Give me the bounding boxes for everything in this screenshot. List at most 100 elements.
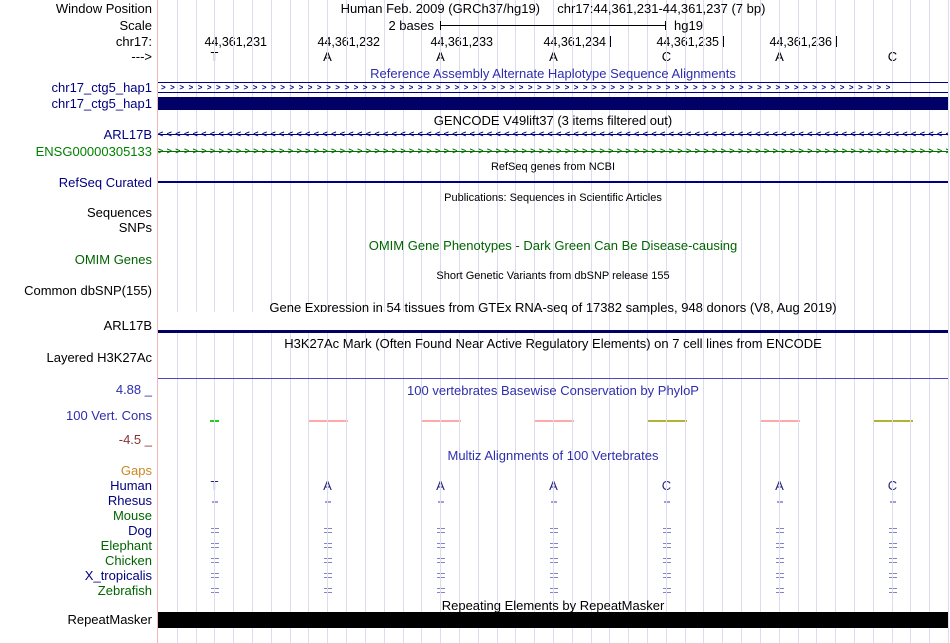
multiz-double-gap-mark [437,588,445,593]
ref-assembly-title: Reference Assembly Alternate Haplotype S… [370,66,736,81]
assembly-title: Human Feb. 2009 (GRCh37/hg19) [340,1,541,16]
gtex-gene-label[interactable]: ARL17B [0,319,152,332]
refseq-curated-label[interactable]: RefSeq Curated [0,176,152,189]
multiz-double-gap-mark [211,543,219,548]
coordinate-tick [836,36,837,47]
coordinate-label: 44,361,231 [204,35,267,49]
multiz-species-label[interactable]: Elephant [0,539,152,552]
window-position-label: Window Position [55,1,152,16]
phylop-score-mark [760,420,800,422]
repeatmasker-label[interactable]: RepeatMasker [0,613,152,626]
multiz-species-label[interactable]: Zebrafish [0,584,152,597]
genome-browser-image: Zebrafish X_tropicalis Chicken Elephant Dog M… [0,0,950,643]
multiz-species-label[interactable]: Gaps [0,464,152,477]
multiz-gap-dash [777,501,783,503]
multiz-double-gap-mark [550,558,558,563]
multiz-double-gap-mark [437,573,445,578]
multiz-double-gap-mark [324,528,332,533]
position-range: chr17:44,361,231-44,361,237 (7 bp) [557,1,766,16]
snps-label[interactable]: SNPs [0,221,152,234]
coordinate-label: 44,361,233 [430,35,493,49]
conservation-max-label: 4.88 _ [115,382,152,397]
coordinate-label: 44,361,232 [317,35,380,49]
gtex-baseline [158,330,948,333]
multiz-gap-dash [890,501,896,503]
conservation-min-label: -4.5 _ [118,432,152,447]
multiz-double-gap-mark [889,573,897,578]
refseq-curated-track[interactable] [158,181,948,183]
gene-track-arl17b[interactable]: <<<<<<<<<<<<<<<<<<<<<<<<<<<<<<<<<<<<<<<<… [158,128,948,141]
plus-strand-chevrons: >>>>>>>>>>>>>>>>>>>>>>>>>>>>>>>>>>>>>>>>… [158,146,948,156]
multiz-double-gap-mark [889,528,897,533]
multiz-double-gap-mark [211,558,219,563]
phylop-score-mark [308,420,348,422]
gencode-title: GENCODE V49lift37 (3 items filtered out) [433,113,673,128]
repeatmasker-track[interactable] [158,612,948,628]
multiz-double-gap-mark [776,543,784,548]
multiz-double-gap-mark [663,573,671,578]
hap1-track-label-1[interactable]: chr17_ctg5_hap1 [0,81,152,94]
multiz-gap-dash [438,501,444,503]
multiz-species-label[interactable]: Rhesus [0,494,152,507]
multiz-double-gap-mark [437,543,445,548]
multiz-species-label[interactable]: Human [0,479,152,492]
multiz-double-gap-mark [324,588,332,593]
refseq-title: RefSeq genes from NCBI [490,161,616,173]
multiz-species-label[interactable]: Chicken [0,554,152,567]
multiz-gap-dash [664,501,670,503]
hap1-chevrons: >>>>>>>>>>>>>>>>>>>>>>>>>>>>>>>>>>>>>>>>… [161,83,895,92]
strand-direction-label: ---> [131,49,152,64]
h3k27ac-title: H3K27Ac Mark (Often Found Near Active Re… [284,336,822,351]
multiz-double-gap-mark [663,588,671,593]
coordinate-tick [610,36,611,47]
gtex-track-background [158,312,548,330]
multiz-double-gap-mark [889,588,897,593]
multiz-double-gap-mark [776,558,784,563]
conservation-track-label[interactable]: 100 Vert. Cons [0,409,152,422]
multiz-title: Multiz Alignments of 100 Vertebrates [447,448,659,463]
multiz-double-gap-mark [663,558,671,563]
chrom-label: chr17: [115,34,152,49]
gene-track-ensg[interactable]: >>>>>>>>>>>>>>>>>>>>>>>>>>>>>>>>>>>>>>>>… [158,145,948,158]
hap1-chevron-track[interactable]: >>>>>>>>>>>>>>>>>>>>>>>>>>>>>>>>>>>>>>>>… [158,82,948,93]
multiz-double-gap-mark [776,588,784,593]
phylop-score-mark [873,420,913,422]
common-dbsnp-label[interactable]: Common dbSNP(155) [0,284,152,297]
h3k27ac-baseline [158,378,948,379]
dbsnp-title: Short Genetic Variants from dbSNP releas… [436,270,670,282]
repeatmasker-title: Repeating Elements by RepeatMasker [441,598,665,613]
multiz-double-gap-mark [324,543,332,548]
hap1-track-label-2[interactable]: chr17_ctg5_hap1 [0,97,152,110]
multiz-double-gap-mark [550,528,558,533]
multiz-double-gap-mark [437,558,445,563]
multiz-gap-dash [325,501,331,503]
phylop-score-mark [647,420,687,422]
multiz-double-gap-mark [550,588,558,593]
omim-genes-label[interactable]: OMIM Genes [0,253,152,266]
track-start-boundary-line [157,0,158,643]
scale-bar [440,21,666,30]
minus-strand-chevrons: <<<<<<<<<<<<<<<<<<<<<<<<<<<<<<<<<<<<<<<<… [158,129,948,139]
multiz-double-gap-mark [324,573,332,578]
window-position-title: Human Feb. 2009 (GRCh37/hg19) chr17:44,3… [158,2,948,15]
genome-label: hg19 [674,18,703,33]
sequences-label[interactable]: Sequences [0,206,152,219]
gene-label-ensg[interactable]: ENSG00000305133 [0,145,152,158]
multiz-double-gap-mark [437,528,445,533]
multiz-species-label[interactable]: Dog [0,524,152,537]
multiz-double-gap-mark [663,528,671,533]
multiz-double-gap-mark [550,573,558,578]
multiz-double-gap-mark [776,528,784,533]
scale-value: 2 bases [388,18,434,33]
multiz-species-label[interactable]: X_tropicalis [0,569,152,582]
conservation-title: 100 vertebrates Basewise Conservation by… [407,383,699,398]
multiz-double-gap-mark [550,543,558,548]
multiz-gap-dash [212,501,218,503]
multiz-species-label[interactable]: Mouse [0,509,152,522]
gene-label-arl17b[interactable]: ARL17B [0,128,152,141]
h3k27ac-label[interactable]: Layered H3K27Ac [0,351,152,364]
hap1-solid-track[interactable] [158,97,948,110]
grid-line [948,0,949,643]
publications-title: Publications: Sequences in Scientific Ar… [444,192,662,204]
multiz-double-gap-mark [889,558,897,563]
